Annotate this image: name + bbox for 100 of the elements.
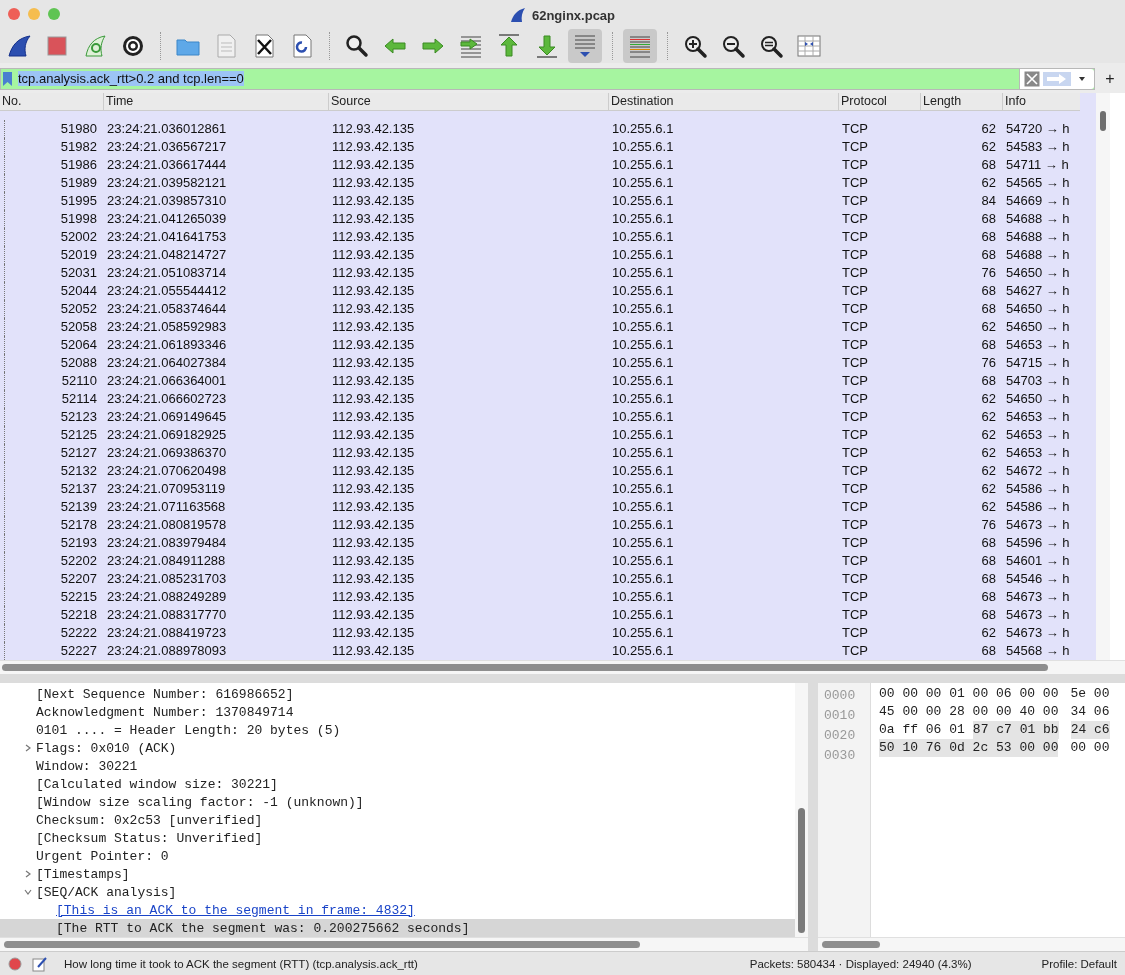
destination-address: 10.255.6.1: [611, 318, 675, 337]
chevron-icon[interactable]: [24, 744, 32, 753]
protocol-name: TCP: [841, 606, 869, 625]
packet-time: 23:24:21.055544412: [106, 282, 228, 301]
display-filter-field[interactable]: tcp.analysis.ack_rtt>0.2 and tcp.len==0: [0, 67, 1095, 90]
protocol-name: TCP: [841, 444, 869, 463]
source-address: 112.93.42.135: [331, 138, 416, 157]
scrollbar[interactable]: [0, 937, 808, 952]
search-icon: [344, 32, 370, 59]
scrollbar[interactable]: [818, 937, 1125, 952]
packet-info: 54565 → h: [1005, 174, 1071, 193]
tree-row[interactable]: [Calculated window size: 30221]: [0, 775, 795, 794]
fin-icon: [509, 7, 526, 23]
source-address: 112.93.42.135: [331, 606, 416, 625]
destination-address: 10.255.6.1: [611, 300, 675, 319]
hex-bytes: 00 00: [1070, 739, 1110, 758]
source-address: 112.93.42.135: [331, 372, 416, 391]
source-address: 112.93.42.135: [331, 120, 416, 139]
tree-row[interactable]: [The RTT to ACK the segment was: 0.200275662 seconds]: [0, 919, 795, 938]
packet-info: 54650 → h: [1005, 390, 1071, 409]
tree-row[interactable]: [Next Sequence Number: 616986652]: [0, 685, 795, 704]
protocol-name: TCP: [841, 372, 869, 391]
tree-row[interactable]: 0101 .... = Header Length: 20 bytes (5): [0, 721, 795, 740]
source-address: 112.93.42.135: [331, 444, 416, 463]
destination-address: 10.255.6.1: [611, 354, 675, 373]
tree-row[interactable]: Window: 30221: [0, 757, 795, 776]
source-address: 112.93.42.135: [331, 318, 416, 337]
packet-length: 62: [980, 408, 997, 427]
packet-info: 54688 → h: [1005, 228, 1071, 247]
source-address: 112.93.42.135: [331, 390, 416, 409]
chevron-icon[interactable]: [24, 888, 32, 897]
protocol-name: TCP: [841, 480, 869, 499]
packet-length: 62: [980, 462, 997, 481]
destination-address: 10.255.6.1: [611, 192, 675, 211]
column-header[interactable]: Destination: [608, 93, 838, 111]
packet-info: 54586 → h: [1005, 480, 1071, 499]
tree-row[interactable]: Checksum: 0x2c53 [unverified]: [0, 811, 795, 830]
hex-bytes: 5e 00: [1070, 685, 1110, 704]
packet-length: 68: [980, 210, 997, 229]
add-filter-button[interactable]: +: [1095, 69, 1125, 88]
edit-icon[interactable]: [32, 955, 48, 972]
window-title: 62nginx.pcap: [531, 7, 616, 23]
tree-row[interactable]: Acknowledgment Number: 1370849714: [0, 703, 795, 722]
packet-info: 54673 → h: [1005, 588, 1071, 607]
protocol-name: TCP: [841, 192, 869, 211]
bookmark-icon[interactable]: [3, 71, 12, 86]
frame-link[interactable]: [This is an ACK to the segment in frame: 4832]: [56, 902, 415, 918]
protocol-name: TCP: [841, 624, 869, 643]
close-button[interactable]: [8, 8, 20, 21]
protocol-name: TCP: [841, 570, 869, 589]
source-address: 112.93.42.135: [331, 588, 416, 607]
packet-length: 68: [980, 336, 997, 355]
tree-row[interactable]: [Checksum Status: Unverified]: [0, 829, 795, 848]
packet-length: 68: [980, 570, 997, 589]
protocol-name: TCP: [841, 588, 869, 607]
tree-row[interactable]: [This is an ACK to the segment in frame: 4832]: [0, 901, 795, 920]
column-header[interactable]: Protocol: [838, 93, 920, 111]
tree-row[interactable]: Urgent Pointer: 0: [0, 847, 795, 866]
column-header[interactable]: Source: [328, 93, 608, 111]
protocol-name: TCP: [841, 426, 869, 445]
packet-time: 23:24:21.041265039: [106, 210, 228, 229]
source-address: 112.93.42.135: [331, 246, 416, 265]
column-header[interactable]: No.: [0, 93, 103, 111]
destination-address: 10.255.6.1: [611, 336, 675, 355]
source-address: 112.93.42.135: [331, 516, 416, 535]
scrollbar[interactable]: [0, 660, 1125, 674]
zoom-button[interactable]: [48, 8, 60, 21]
tree-row[interactable]: Flags: 0x010 (ACK): [0, 739, 795, 758]
packet-time: 23:24:21.039857310: [106, 192, 228, 211]
clear-icon[interactable]: [1024, 70, 1040, 87]
hex-bytes: 24 c6: [1070, 721, 1110, 740]
status-message: How long time it took to ACK the segment (RTT) (tcp.analysis.ack_rtt): [64, 957, 419, 970]
tree-row[interactable]: [Window size scaling factor: -1 (unknown)]: [0, 793, 795, 812]
destination-address: 10.255.6.1: [611, 570, 675, 589]
status-dot-icon[interactable]: [8, 956, 22, 971]
packet-info: 54688 → h: [1005, 246, 1071, 265]
packet-time: 23:24:21.088978093: [106, 642, 228, 661]
hex-bytes: 0a ff 06 01: [879, 721, 965, 740]
packet-time: 23:24:21.051083714: [106, 264, 228, 283]
scrollbar[interactable]: [795, 683, 808, 938]
packet-time: 23:24:21.071163568: [106, 498, 227, 517]
packet-time: 23:24:21.061893346: [106, 336, 228, 355]
column-header[interactable]: Length: [920, 93, 1002, 111]
packet-info: 54653 → h: [1005, 408, 1071, 427]
scrollbar[interactable]: [1096, 93, 1110, 661]
packet-time: 23:24:21.083979484: [106, 534, 228, 553]
source-address: 112.93.42.135: [331, 408, 416, 427]
packet-length: 62: [980, 498, 997, 517]
column-header[interactable]: Time: [103, 93, 328, 111]
packet-length: 76: [980, 516, 997, 535]
destination-address: 10.255.6.1: [611, 516, 675, 535]
destination-address: 10.255.6.1: [611, 120, 675, 139]
tree-row[interactable]: [SEQ/ACK analysis]: [0, 883, 795, 902]
profile-label[interactable]: Profile: Default: [1041, 957, 1117, 970]
chevron-icon[interactable]: [24, 870, 32, 879]
packet-time: 23:24:21.058374644: [106, 300, 228, 319]
filter-text: tcp.analysis.ack_rtt>0.2 and tcp.len==0: [18, 71, 245, 87]
destination-address: 10.255.6.1: [611, 462, 675, 481]
tree-row[interactable]: [Timestamps]: [0, 865, 795, 884]
packet-time: 23:24:21.064027384: [106, 354, 228, 373]
